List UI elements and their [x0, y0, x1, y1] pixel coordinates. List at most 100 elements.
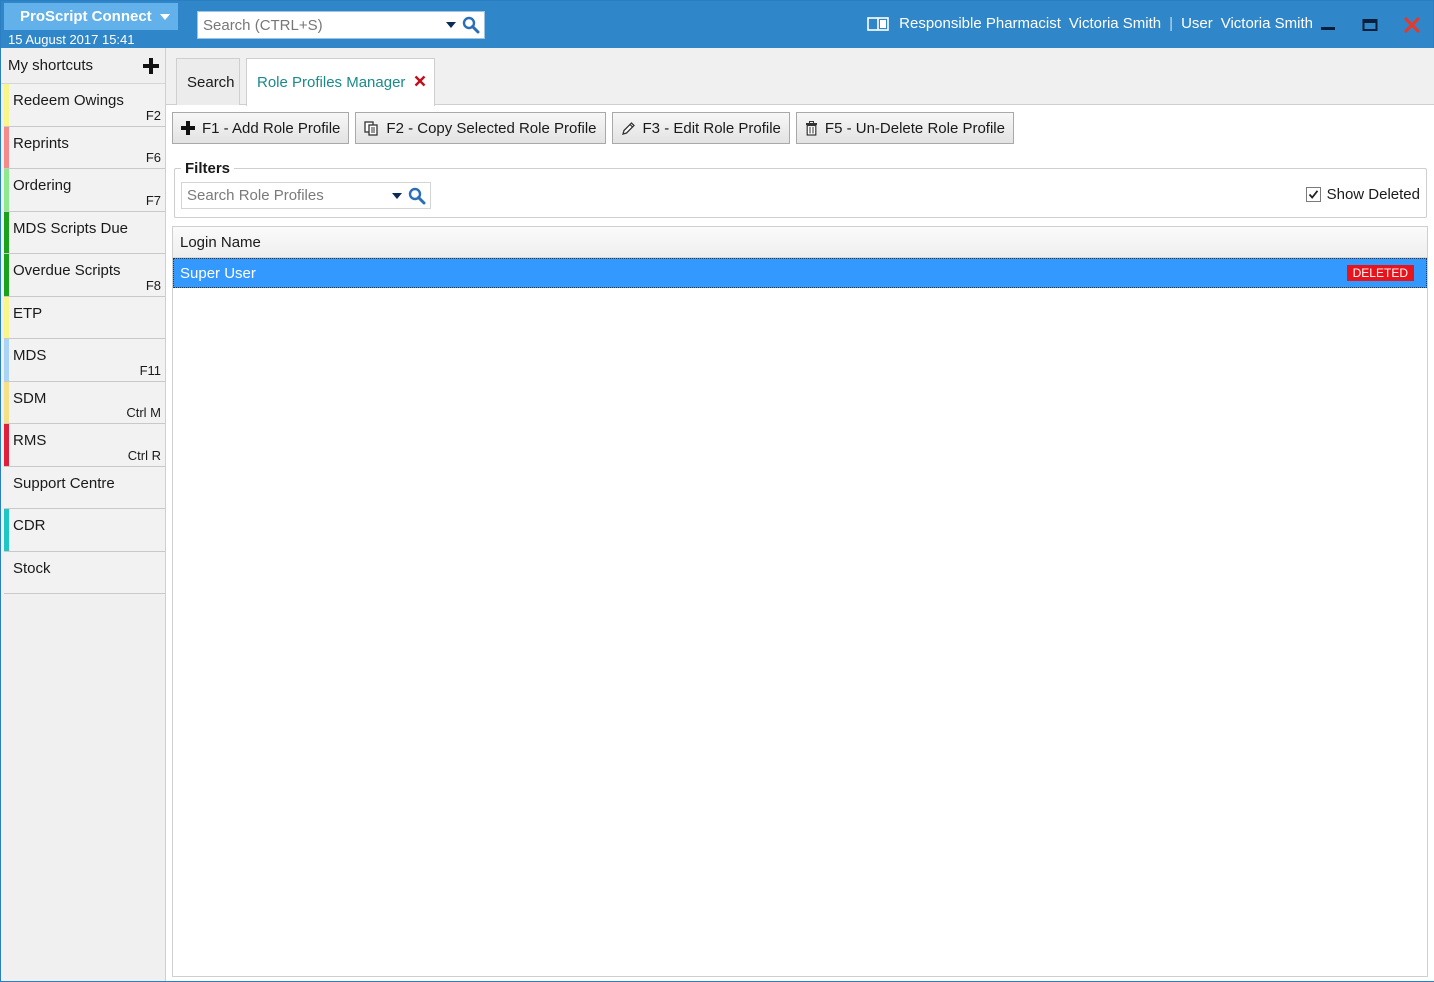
undelete-role-profile-button[interactable]: F5 - Un-Delete Role Profile: [795, 112, 1014, 144]
tab-strip: Search Role Profiles Manager: [166, 48, 1434, 106]
shortcut-key: F7: [145, 192, 161, 208]
plus-icon: [181, 121, 195, 135]
maximize-icon: [1362, 19, 1378, 31]
app-menu-button[interactable]: ProScript Connect: [4, 3, 178, 30]
shortcut-list: Redeem Owings F2 Reprints F6 Ordering F7 MDS S…: [1, 84, 165, 594]
shortcut-label: RMS: [13, 432, 47, 449]
shortcut-label: MDS Scripts Due: [13, 219, 129, 237]
shortcut-item[interactable]: CDR: [4, 509, 165, 552]
shortcut-label: CDR: [13, 517, 46, 534]
shortcut-item[interactable]: RMS Ctrl R: [4, 424, 165, 467]
shortcut-key: Ctrl M: [126, 405, 161, 420]
search-dropdown-icon[interactable]: [446, 22, 456, 28]
show-deleted-checkbox[interactable]: [1305, 187, 1321, 202]
shortcut-color-bar: [4, 424, 9, 466]
filters-group: Filters Show Deleted: [174, 160, 1427, 218]
shortcut-color-bar: [4, 381, 9, 423]
deleted-badge: DELETED: [1346, 265, 1414, 281]
shortcut-color-bar: [4, 126, 9, 168]
add-role-profile-button[interactable]: F1 - Add Role Profile: [172, 112, 350, 144]
table-row[interactable]: Super User DELETED: [173, 258, 1427, 288]
shortcut-label: Ordering: [13, 177, 72, 194]
role-profile-search-box[interactable]: [181, 182, 431, 209]
title-bar: ProScript Connect 15 August 2017 15:41 R…: [1, 1, 1433, 48]
role-profiles-grid: Login Name Super User DELETED: [172, 226, 1428, 977]
search-dropdown-icon[interactable]: [392, 192, 402, 199]
pharmacist-label: Responsible Pharmacist: [899, 15, 1061, 32]
shortcut-key: F6: [145, 150, 161, 165]
edit-role-profile-label: F3 - Edit Role Profile: [642, 119, 781, 137]
add-role-profile-label: F1 - Add Role Profile: [202, 119, 341, 137]
login-name-cell: Super User: [180, 264, 256, 282]
tab-active-label: Role Profiles Manager: [257, 74, 406, 91]
search-icon[interactable]: [408, 187, 426, 205]
shortcut-label: Overdue Scripts: [13, 262, 121, 279]
shortcut-item[interactable]: SDM Ctrl M: [4, 381, 165, 424]
shortcut-color-bar: [4, 254, 9, 296]
maximize-button[interactable]: [1358, 13, 1382, 37]
shortcut-item[interactable]: MDS F11: [4, 339, 165, 382]
trash-icon: [805, 120, 817, 136]
filters-title: Filters: [181, 160, 235, 177]
minimize-icon: [1321, 27, 1335, 30]
global-search-input[interactable]: [198, 13, 446, 37]
copy-role-profile-button[interactable]: F2 - Copy Selected Role Profile: [355, 112, 606, 144]
date-time: 15 August 2017 15:41: [8, 32, 135, 47]
toolbar: F1 - Add Role Profile F2 - Copy Selected…: [172, 112, 1014, 144]
shortcut-color-bar: [4, 467, 9, 509]
app-window: ProScript Connect 15 August 2017 15:41 R…: [0, 0, 1434, 982]
shortcut-item[interactable]: Redeem Owings F2: [4, 84, 165, 127]
shortcut-key: F2: [145, 107, 161, 123]
global-search-box[interactable]: [197, 11, 485, 39]
shortcut-item[interactable]: Stock: [4, 551, 165, 594]
tab-search-label: Search: [187, 73, 235, 91]
shortcut-label: Support Centre: [13, 474, 115, 492]
shortcuts-sidebar: My shortcuts Redeem Owings F2 Reprints F6 Or…: [1, 48, 166, 981]
show-deleted-label: Show Deleted: [1326, 186, 1420, 203]
register-book-icon[interactable]: [867, 16, 889, 32]
chevron-down-icon: [159, 13, 170, 20]
shortcut-item[interactable]: Overdue Scripts F8: [4, 254, 165, 297]
shortcut-item[interactable]: Ordering F7: [4, 169, 165, 212]
undelete-role-profile-label: F5 - Un-Delete Role Profile: [824, 119, 1005, 137]
shortcut-item[interactable]: ETP: [4, 296, 165, 339]
checkmark-icon: [1308, 190, 1318, 199]
shortcut-key: F8: [145, 277, 161, 293]
pharmacist-name: Victoria Smith: [1068, 15, 1162, 32]
close-button[interactable]: [1400, 13, 1424, 37]
shortcut-label: Stock: [13, 559, 51, 577]
shortcut-color-bar: [4, 296, 9, 338]
search-icon[interactable]: [462, 16, 480, 34]
shortcut-key: F11: [139, 362, 161, 378]
shortcuts-header: My shortcuts: [1, 48, 165, 84]
shortcut-key: Ctrl R: [127, 447, 161, 463]
separator: |: [1169, 15, 1174, 32]
copy-icon: [364, 120, 379, 136]
shortcut-item[interactable]: Support Centre: [4, 466, 165, 509]
shortcut-color-bar: [4, 509, 9, 551]
column-header-login-name[interactable]: Login Name: [173, 227, 1427, 258]
shortcut-color-bar: [4, 552, 9, 594]
shortcut-label: MDS: [13, 347, 47, 364]
role-profile-search-input[interactable]: [182, 184, 392, 207]
show-deleted-toggle[interactable]: Show Deleted: [1305, 186, 1420, 203]
user-name: Victoria Smith: [1220, 15, 1313, 32]
close-icon: [1404, 17, 1420, 33]
shortcut-color-bar: [4, 211, 9, 253]
pencil-icon: [621, 121, 635, 135]
shortcuts-title: My shortcuts: [8, 57, 94, 74]
user-info: Responsible Pharmacist Victoria Smith | …: [867, 15, 1313, 32]
user-label: User: [1181, 15, 1213, 32]
tab-role-profiles-manager[interactable]: Role Profiles Manager: [246, 58, 435, 106]
close-tab-icon[interactable]: [414, 75, 426, 87]
shortcut-item[interactable]: Reprints F6: [4, 126, 165, 169]
shortcut-label: Reprints: [13, 134, 69, 152]
shortcut-color-bar: [4, 169, 9, 211]
shortcut-label: Redeem Owings: [13, 92, 124, 109]
minimize-button[interactable]: [1316, 13, 1340, 37]
edit-role-profile-button[interactable]: F3 - Edit Role Profile: [611, 112, 790, 144]
tab-search[interactable]: Search: [176, 58, 240, 105]
add-shortcut-icon[interactable]: [143, 57, 159, 74]
main-content: Search Role Profiles Manager F1 - Add Ro…: [166, 48, 1434, 981]
shortcut-item[interactable]: MDS Scripts Due: [4, 211, 165, 254]
